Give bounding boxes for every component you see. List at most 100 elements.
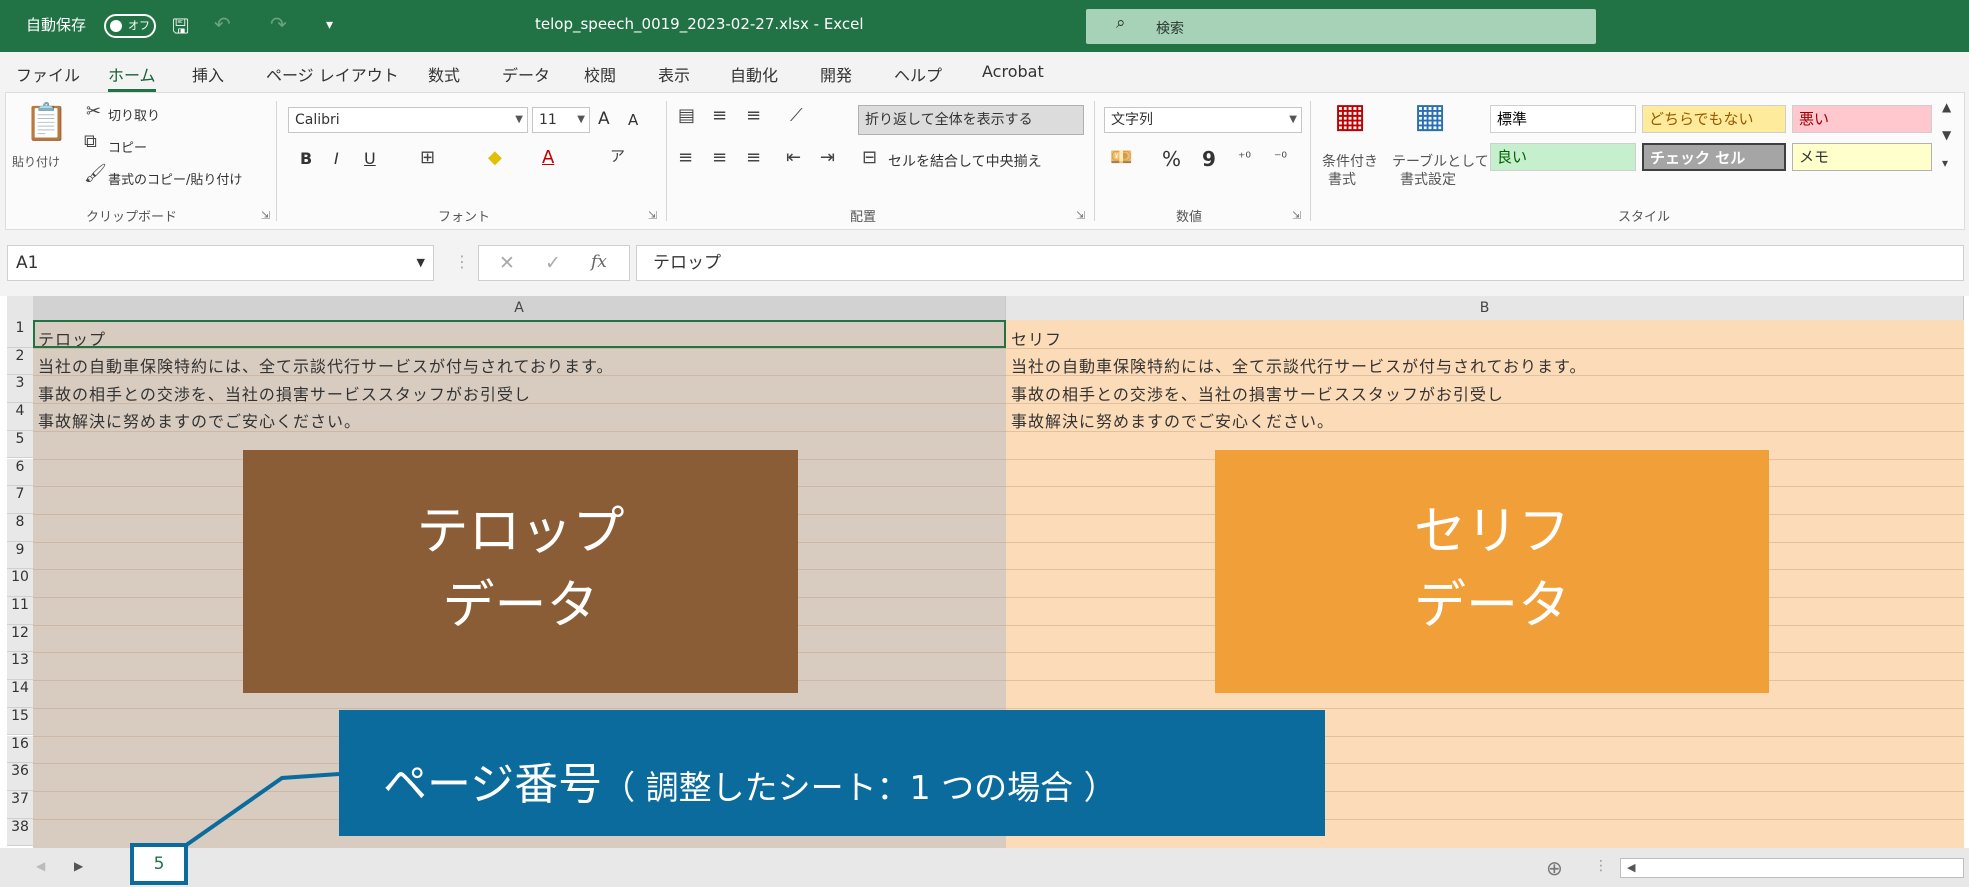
- underline-button[interactable]: U: [364, 149, 376, 168]
- tab-data[interactable]: データ: [502, 62, 550, 86]
- name-box[interactable]: A1 ▼: [7, 245, 434, 281]
- row-header[interactable]: 9: [7, 541, 33, 570]
- align-top-icon[interactable]: ▤: [678, 107, 695, 125]
- paste-label[interactable]: 貼り付け: [12, 153, 60, 170]
- styles-more-icon[interactable]: ▾: [1942, 157, 1948, 169]
- row-header[interactable]: 11: [7, 597, 33, 625]
- row-header[interactable]: 8: [7, 513, 33, 542]
- cell-b1[interactable]: セリフ: [1011, 326, 1062, 350]
- new-sheet-icon[interactable]: ⊕: [1546, 856, 1563, 880]
- increase-decimal-icon[interactable]: ⁺⁰: [1238, 151, 1251, 165]
- cell-a4[interactable]: 事故解決に努めますのでご安心ください。: [38, 408, 361, 432]
- customize-toolbar-icon[interactable]: ▾: [326, 17, 333, 33]
- fill-color-icon[interactable]: ◆: [488, 149, 502, 167]
- row-header[interactable]: 7: [7, 486, 33, 514]
- style-good[interactable]: 良い: [1490, 143, 1636, 171]
- align-center-icon[interactable]: ≡: [712, 149, 727, 167]
- font-launcher-icon[interactable]: ⇲: [648, 209, 657, 222]
- tab-view[interactable]: 表示: [658, 62, 690, 86]
- save-icon[interactable]: 🖫: [172, 12, 189, 46]
- drag-handle-icon[interactable]: ⋮: [454, 252, 470, 271]
- tab-developer[interactable]: 開発: [820, 62, 852, 86]
- currency-icon[interactable]: 💴: [1110, 149, 1132, 167]
- tab-help[interactable]: ヘルプ: [894, 62, 942, 86]
- tab-acrobat[interactable]: Acrobat: [982, 62, 1044, 81]
- tab-file[interactable]: ファイル: [16, 62, 80, 86]
- cancel-icon[interactable]: ✕: [499, 252, 515, 274]
- conditional-format-label[interactable]: 条件付き: [1322, 151, 1378, 171]
- bold-button[interactable]: B: [300, 149, 312, 168]
- enter-icon[interactable]: ✓: [545, 252, 561, 274]
- wrap-text-button[interactable]: 折り返して全体を表示する: [858, 105, 1084, 135]
- cell-a2[interactable]: 当社の自動車保険特約には、全て示談代行サービスが付与されております。: [38, 353, 613, 377]
- format-as-table-label[interactable]: テーブルとして: [1392, 151, 1489, 171]
- cell-a3[interactable]: 事故の相手との交渉を、当社の損害サービススタッフがお引受し: [38, 381, 531, 405]
- cut-icon[interactable]: ✂: [86, 103, 101, 121]
- style-neutral[interactable]: どちらでもない: [1642, 105, 1786, 133]
- style-note[interactable]: メモ: [1792, 143, 1932, 171]
- format-painter-label[interactable]: 書式のコピー/貼り付け: [108, 169, 242, 188]
- tab-page-layout[interactable]: ページ レイアウト: [266, 62, 399, 86]
- merge-center-button[interactable]: セルを結合して中央揃え: [888, 151, 1042, 171]
- tab-home[interactable]: ホーム: [108, 62, 156, 92]
- copy-label[interactable]: コピー: [108, 137, 147, 156]
- row-header[interactable]: 5: [7, 430, 33, 459]
- tab-review[interactable]: 校閲: [584, 62, 616, 86]
- style-bad[interactable]: 悪い: [1792, 105, 1932, 133]
- row-header[interactable]: 15: [7, 707, 33, 736]
- row-header[interactable]: 6: [7, 458, 33, 487]
- row-header[interactable]: 12: [7, 624, 33, 653]
- column-header-a[interactable]: A: [33, 296, 1006, 320]
- row-header[interactable]: 10: [7, 569, 33, 597]
- row-header[interactable]: 36: [7, 763, 33, 791]
- font-size-select[interactable]: 11 ▼: [532, 107, 590, 133]
- number-launcher-icon[interactable]: ⇲: [1292, 209, 1301, 222]
- align-left-icon[interactable]: ≡: [678, 149, 693, 167]
- conditional-format-label2[interactable]: 書式: [1328, 169, 1356, 189]
- row-header[interactable]: 37: [7, 790, 33, 819]
- sheet-prev-icon[interactable]: ◀: [36, 859, 45, 873]
- row-header[interactable]: 1: [7, 320, 33, 348]
- align-right-icon[interactable]: ≡: [746, 149, 761, 167]
- horizontal-scrollbar[interactable]: ◀: [1620, 858, 1964, 878]
- redo-icon[interactable]: ↷: [270, 12, 287, 36]
- comma-button[interactable]: 9: [1202, 147, 1216, 171]
- insert-function-icon[interactable]: fx: [591, 252, 607, 272]
- autosave-toggle[interactable]: オフ: [104, 14, 156, 38]
- row-header[interactable]: 4: [7, 403, 33, 431]
- shrink-font-button[interactable]: A: [628, 111, 638, 129]
- border-icon[interactable]: ⊞: [420, 149, 435, 167]
- tab-formulas[interactable]: 数式: [428, 62, 460, 86]
- tab-insert[interactable]: 挿入: [192, 62, 224, 86]
- copy-icon[interactable]: ⧉: [84, 133, 97, 151]
- format-painter-icon[interactable]: 🖌: [84, 165, 107, 183]
- align-bottom-icon[interactable]: ≡: [746, 107, 761, 125]
- row-header[interactable]: 2: [7, 347, 33, 376]
- row-header[interactable]: 13: [7, 652, 33, 681]
- formula-input[interactable]: テロップ: [636, 245, 1964, 281]
- tab-automate[interactable]: 自動化: [730, 62, 778, 86]
- page-number-indicator[interactable]: 5: [130, 843, 188, 885]
- conditional-format-icon[interactable]: ▦: [1334, 99, 1366, 133]
- styles-scroll-down-icon[interactable]: ▼: [1942, 129, 1951, 141]
- font-name-select[interactable]: Calibri ▼: [288, 107, 528, 133]
- column-header-b[interactable]: B: [1006, 296, 1964, 320]
- paste-icon[interactable]: 📋: [24, 105, 69, 141]
- scroll-left-icon[interactable]: ◀: [1627, 861, 1635, 874]
- decrease-decimal-icon[interactable]: ⁻⁰: [1274, 151, 1287, 165]
- grow-font-button[interactable]: A: [598, 109, 610, 129]
- align-middle-icon[interactable]: ≡: [712, 107, 727, 125]
- row-header[interactable]: 38: [7, 818, 33, 847]
- phonetic-icon[interactable]: ア: [610, 149, 625, 164]
- cell-b2[interactable]: 当社の自動車保険特約には、全て示談代行サービスが付与されております。: [1011, 353, 1586, 377]
- decrease-indent-icon[interactable]: ⇤: [786, 149, 801, 167]
- percent-button[interactable]: %: [1162, 147, 1181, 171]
- drag-handle-icon[interactable]: ⋮: [1594, 858, 1608, 874]
- font-color-button[interactable]: A: [542, 147, 554, 168]
- increase-indent-icon[interactable]: ⇥: [820, 149, 835, 167]
- italic-button[interactable]: I: [334, 149, 339, 168]
- styles-scroll-up-icon[interactable]: ▲: [1942, 101, 1951, 113]
- select-all-corner[interactable]: [7, 296, 33, 320]
- cell-b4[interactable]: 事故解決に努めますのでご安心ください。: [1011, 408, 1334, 432]
- merge-icon[interactable]: ⊟: [862, 149, 877, 167]
